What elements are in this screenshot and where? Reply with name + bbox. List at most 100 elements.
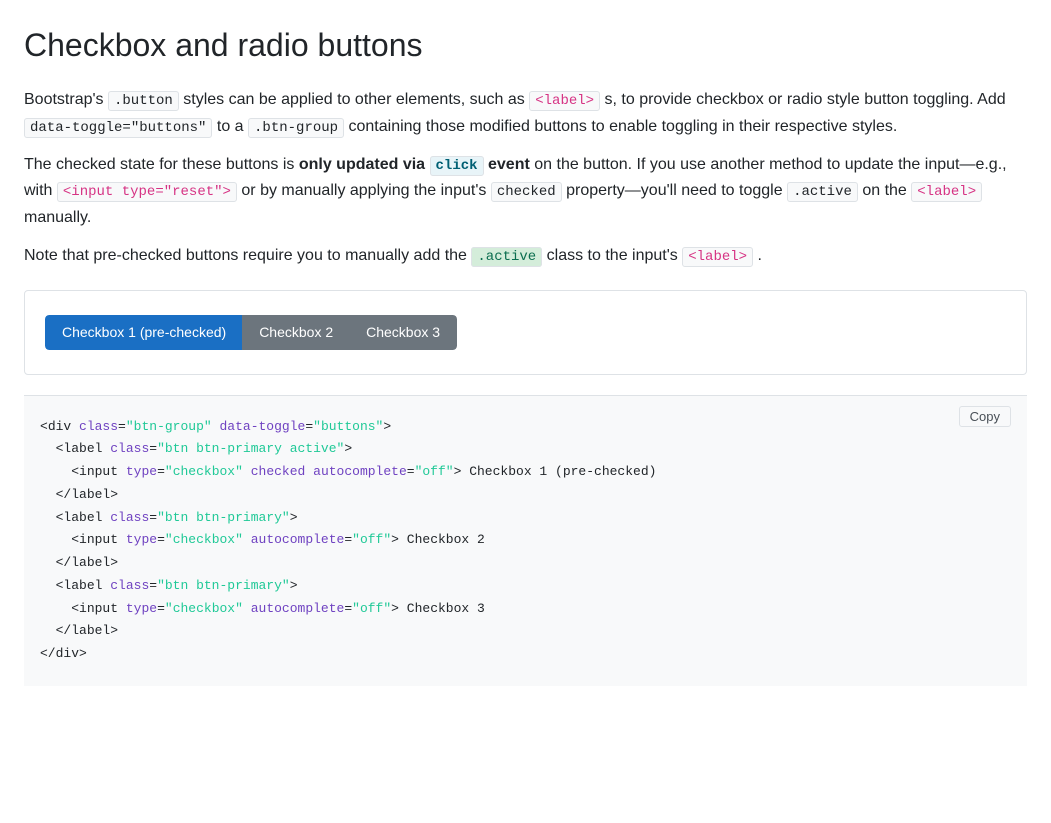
code-line: <div class="btn-group" data-toggle="butt… xyxy=(40,419,391,434)
code-token-punctuation: </ xyxy=(56,623,72,638)
checked-text-6b: manually. xyxy=(24,209,91,226)
code-token-space xyxy=(212,419,220,434)
intro-text-5b: containing those modified buttons to ena… xyxy=(349,118,898,135)
code-token-attr-name: class xyxy=(79,419,118,434)
code-token-attr-value: "checkbox" xyxy=(165,464,243,479)
code-token-punctuation: = xyxy=(407,464,415,479)
code-token-punctuation: < xyxy=(40,419,48,434)
code-token-attr-name: data-toggle xyxy=(220,419,306,434)
demo-box: Checkbox 1 (pre-checked)Checkbox 2Checkb… xyxy=(24,290,1027,375)
checked-text-1: The checked state for these buttons is xyxy=(24,156,294,173)
reset-code: <input type="reset"> xyxy=(57,182,237,202)
code-token-attr-name: class xyxy=(110,441,149,456)
code-token-punctuation: = xyxy=(305,419,313,434)
copy-button[interactable]: Copy xyxy=(959,406,1011,427)
code-token-punctuation: = xyxy=(157,532,165,547)
code-token-attr-value: "off" xyxy=(415,464,454,479)
code-token-punctuation: > xyxy=(391,532,399,547)
code-token-attr-value: "buttons" xyxy=(313,419,383,434)
code-token-punctuation: > xyxy=(110,555,118,570)
data-toggle-code: data-toggle="buttons" xyxy=(24,118,212,138)
event-word: event xyxy=(488,156,530,173)
code-token-attr-name: checked xyxy=(251,464,306,479)
code-token-indent xyxy=(40,601,71,616)
code-token-indent xyxy=(40,464,71,479)
intro-paragraph: Bootstrap's .button styles can be applie… xyxy=(24,87,1027,140)
checkbox-button-1[interactable]: Checkbox 1 (pre-checked) xyxy=(45,315,243,350)
code-token-punctuation: < xyxy=(71,532,79,547)
button-code: .button xyxy=(108,91,179,111)
code-token-punctuation: > xyxy=(391,601,399,616)
code-line: <label class="btn btn-primary"> xyxy=(40,578,298,593)
code-token-punctuation: > xyxy=(290,510,298,525)
code-line: <input type="checkbox" checked autocompl… xyxy=(40,464,656,479)
code-token-indent xyxy=(40,555,56,570)
code-token-punctuation: </ xyxy=(56,555,72,570)
code-token-punctuation: = xyxy=(344,532,352,547)
code-token-attr-name: autocomplete xyxy=(313,464,407,479)
code-line: </label> xyxy=(40,623,118,638)
code-line: <label class="btn btn-primary"> xyxy=(40,510,298,525)
note-text-3: . xyxy=(758,247,762,264)
code-token-attr-name: autocomplete xyxy=(251,601,345,616)
code-token-space xyxy=(118,601,126,616)
code-token-punctuation: > xyxy=(110,487,118,502)
code-token-punctuation: > xyxy=(344,441,352,456)
code-token-attr-name: autocomplete xyxy=(251,532,345,547)
code-token-attr-name: type xyxy=(126,464,157,479)
code-token-punctuation: < xyxy=(71,464,79,479)
code-token-text: Checkbox 3 xyxy=(399,601,485,616)
code-token-attr-value: "off" xyxy=(352,601,391,616)
code-line: </div> xyxy=(40,646,87,661)
label-code-1: <label> xyxy=(529,91,600,111)
intro-text-3: s, to provide checkbox or radio style bu… xyxy=(605,91,1006,108)
code-token-punctuation: = xyxy=(149,510,157,525)
code-line: </label> xyxy=(40,487,118,502)
code-token-attr-name: type xyxy=(126,532,157,547)
code-token-punctuation: = xyxy=(149,578,157,593)
code-token-indent xyxy=(40,441,56,456)
code-token-tag: div xyxy=(56,646,79,661)
code-token-attr-name: type xyxy=(126,601,157,616)
code-token-tag: label xyxy=(71,487,110,502)
code-block-wrapper: Copy <div class="btn-group" data-toggle=… xyxy=(24,395,1027,686)
code-line: <input type="checkbox" autocomplete="off… xyxy=(40,532,485,547)
code-token-attr-value: "checkbox" xyxy=(165,601,243,616)
code-token-tag: input xyxy=(79,532,118,547)
checked-text-3b: or by manually applying the input's xyxy=(241,182,486,199)
code-token-indent xyxy=(40,623,56,638)
code-token-indent xyxy=(40,487,56,502)
code-token-indent xyxy=(40,578,56,593)
code-token-punctuation: </ xyxy=(40,646,56,661)
code-token-tag: label xyxy=(71,555,110,570)
code-token-attr-value: "btn-group" xyxy=(126,419,212,434)
checked-text-5b: on the xyxy=(862,182,906,199)
code-token-attr-value: "off" xyxy=(352,532,391,547)
code-token-indent xyxy=(40,510,56,525)
note-text-2b: class to the input's xyxy=(547,247,678,264)
code-token-punctuation: < xyxy=(71,601,79,616)
code-token-tag: input xyxy=(79,601,118,616)
code-token-attr-name: class xyxy=(110,578,149,593)
checkbox-button-3[interactable]: Checkbox 3 xyxy=(349,315,457,350)
intro-text-4b: to a xyxy=(217,118,244,135)
code-token-punctuation: = xyxy=(118,419,126,434)
checkbox-button-2[interactable]: Checkbox 2 xyxy=(242,315,350,350)
intro-text-1: Bootstrap's xyxy=(24,91,104,108)
code-line: </label> xyxy=(40,555,118,570)
code-token-punctuation: > xyxy=(290,578,298,593)
code-token-space xyxy=(243,601,251,616)
code-token-text: Checkbox 2 xyxy=(399,532,485,547)
intro-text-2b: styles can be applied to other elements,… xyxy=(183,91,525,108)
code-token-attr-value: "btn btn-primary active" xyxy=(157,441,344,456)
code-token-tag: label xyxy=(63,578,102,593)
code-token-space xyxy=(118,464,126,479)
code-token-attr-value: "btn btn-primary" xyxy=(157,578,290,593)
note-paragraph: Note that pre-checked buttons require yo… xyxy=(24,243,1027,269)
click-code: click xyxy=(430,156,484,176)
btn-group-code: .btn-group xyxy=(248,118,344,138)
code-token-text: Checkbox 1 (pre-checked) xyxy=(461,464,656,479)
code-token-attr-value: "btn btn-primary" xyxy=(157,510,290,525)
code-token-punctuation: = xyxy=(157,464,165,479)
code-token-punctuation: > xyxy=(79,646,87,661)
